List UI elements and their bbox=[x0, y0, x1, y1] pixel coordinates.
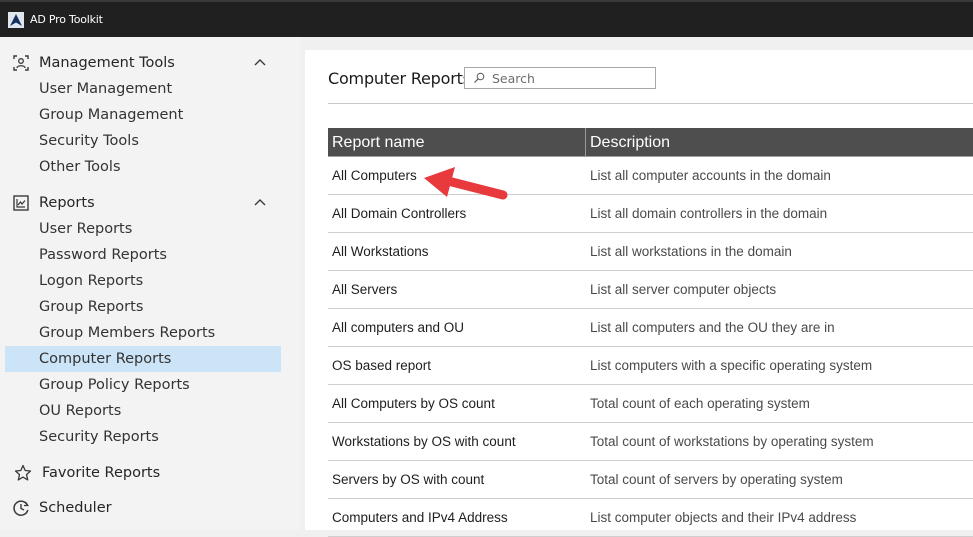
nav-group-label: Favorite Reports bbox=[42, 465, 161, 481]
nav-group-reports[interactable]: Reports bbox=[0, 190, 290, 216]
sidebar-item-label: Group Reports bbox=[39, 299, 144, 315]
report-description: List all server computer objects bbox=[590, 282, 777, 297]
report-name: All Computers by OS count bbox=[332, 396, 495, 411]
sidebar-item-label: Group Policy Reports bbox=[39, 377, 190, 393]
report-name: All computers and OU bbox=[332, 320, 465, 335]
sidebar-item-label: User Reports bbox=[39, 221, 133, 237]
table-row[interactable]: All Servers List all server computer obj… bbox=[328, 271, 973, 309]
nav-group-label: Management Tools bbox=[39, 55, 175, 71]
sidebar-item-group-policy-reports[interactable]: Group Policy Reports bbox=[5, 372, 281, 398]
report-description: List all workstations in the domain bbox=[590, 244, 792, 259]
table-row[interactable]: OS based report List computers with a sp… bbox=[328, 347, 973, 385]
table-row[interactable]: All computers and OU List all computers … bbox=[328, 309, 973, 347]
sidebar-item-user-management[interactable]: User Management bbox=[5, 76, 281, 102]
main-content: Computer Reports Report name Description… bbox=[305, 50, 973, 537]
report-name: Computers and IPv4 Address bbox=[332, 510, 508, 525]
report-description: List computers with a specific operating… bbox=[590, 358, 873, 373]
report-description: List computer objects and their IPv4 add… bbox=[590, 510, 857, 525]
sidebar-item-security-tools[interactable]: Security Tools bbox=[5, 128, 281, 154]
sidebar-item-label: OU Reports bbox=[39, 403, 122, 419]
search-input[interactable] bbox=[492, 69, 652, 87]
chevron-up-icon[interactable] bbox=[252, 196, 268, 208]
sidebar-item-group-members-reports[interactable]: Group Members Reports bbox=[5, 320, 281, 346]
title-bar: AD Pro Toolkit bbox=[0, 0, 973, 37]
sidebar-item-label: Logon Reports bbox=[39, 273, 144, 289]
nav-scheduler[interactable]: Scheduler bbox=[0, 495, 290, 521]
report-name: All Computers bbox=[332, 168, 417, 183]
table-row[interactable]: Servers by OS with count Total count of … bbox=[328, 461, 973, 499]
nav-group-management-tools[interactable]: Management Tools bbox=[0, 50, 290, 76]
sidebar-item-label: Security Tools bbox=[39, 133, 139, 149]
report-description: Total count of servers by operating syst… bbox=[590, 472, 843, 487]
report-name: All Workstations bbox=[332, 244, 429, 259]
sidebar-item-password-reports[interactable]: Password Reports bbox=[5, 242, 281, 268]
report-name: Workstations by OS with count bbox=[332, 434, 516, 449]
sidebar-item-label: Other Tools bbox=[39, 159, 121, 175]
search-icon bbox=[474, 72, 485, 83]
sidebar-item-ou-reports[interactable]: OU Reports bbox=[5, 398, 281, 424]
sidebar-item-group-management[interactable]: Group Management bbox=[5, 102, 281, 128]
sidebar-item-label: Password Reports bbox=[39, 247, 167, 263]
sidebar-item-logon-reports[interactable]: Logon Reports bbox=[5, 268, 281, 294]
sidebar-item-label: Group Management bbox=[39, 107, 184, 123]
report-description: List all computers and the OU they are i… bbox=[590, 320, 835, 335]
column-header-description[interactable]: Description bbox=[586, 128, 973, 157]
report-description: List all domain controllers in the domai… bbox=[590, 206, 828, 221]
chart-icon bbox=[13, 195, 29, 211]
reports-table: Report name Description All Computers Li… bbox=[328, 128, 973, 537]
table-row[interactable]: Workstations by OS with count Total coun… bbox=[328, 423, 973, 461]
nav-group-label: Reports bbox=[39, 195, 95, 211]
chevron-up-icon[interactable] bbox=[252, 56, 268, 68]
sidebar-item-other-tools[interactable]: Other Tools bbox=[5, 154, 281, 180]
report-name: OS based report bbox=[332, 358, 432, 373]
sidebar-item-group-reports[interactable]: Group Reports bbox=[5, 294, 281, 320]
app-title: AD Pro Toolkit bbox=[30, 13, 103, 26]
table-row[interactable]: All Domain Controllers List all domain c… bbox=[328, 195, 973, 233]
user-scan-icon bbox=[13, 55, 29, 71]
nav-favorite-reports[interactable]: Favorite Reports bbox=[0, 460, 290, 486]
app-logo-icon bbox=[8, 11, 24, 28]
page-title: Computer Reports bbox=[328, 69, 471, 88]
sidebar-item-label: User Management bbox=[39, 81, 173, 97]
sidebar-item-computer-reports[interactable]: Computer Reports bbox=[5, 346, 281, 372]
report-description: List all computer accounts in the domain bbox=[590, 168, 831, 183]
sidebar-item-label: Computer Reports bbox=[39, 351, 172, 367]
clock-icon bbox=[13, 500, 30, 516]
table-row[interactable]: All Workstations List all workstations i… bbox=[328, 233, 973, 271]
sidebar-item-label: Security Reports bbox=[39, 429, 159, 445]
search-field[interactable] bbox=[464, 67, 656, 89]
divider bbox=[328, 103, 973, 104]
report-name: Servers by OS with count bbox=[332, 472, 485, 487]
sidebar: Management Tools User Management Group M… bbox=[0, 37, 300, 530]
table-row[interactable]: Computers and IPv4 Address List computer… bbox=[328, 499, 973, 537]
table-row[interactable]: All Computers List all computer accounts… bbox=[328, 157, 973, 195]
report-description: Total count of each operating system bbox=[590, 396, 810, 411]
sidebar-item-user-reports[interactable]: User Reports bbox=[5, 216, 281, 242]
table-row[interactable]: All Computers by OS count Total count of… bbox=[328, 385, 973, 423]
sidebar-item-security-reports[interactable]: Security Reports bbox=[5, 424, 281, 450]
report-name: All Domain Controllers bbox=[332, 206, 467, 221]
sidebar-item-label: Group Members Reports bbox=[39, 325, 216, 341]
star-icon bbox=[14, 464, 32, 481]
report-name: All Servers bbox=[332, 282, 398, 297]
report-description: Total count of workstations by operating… bbox=[590, 434, 874, 449]
nav-group-label: Scheduler bbox=[39, 500, 112, 516]
table-header: Report name Description bbox=[328, 128, 973, 157]
column-header-report-name[interactable]: Report name bbox=[328, 128, 586, 157]
